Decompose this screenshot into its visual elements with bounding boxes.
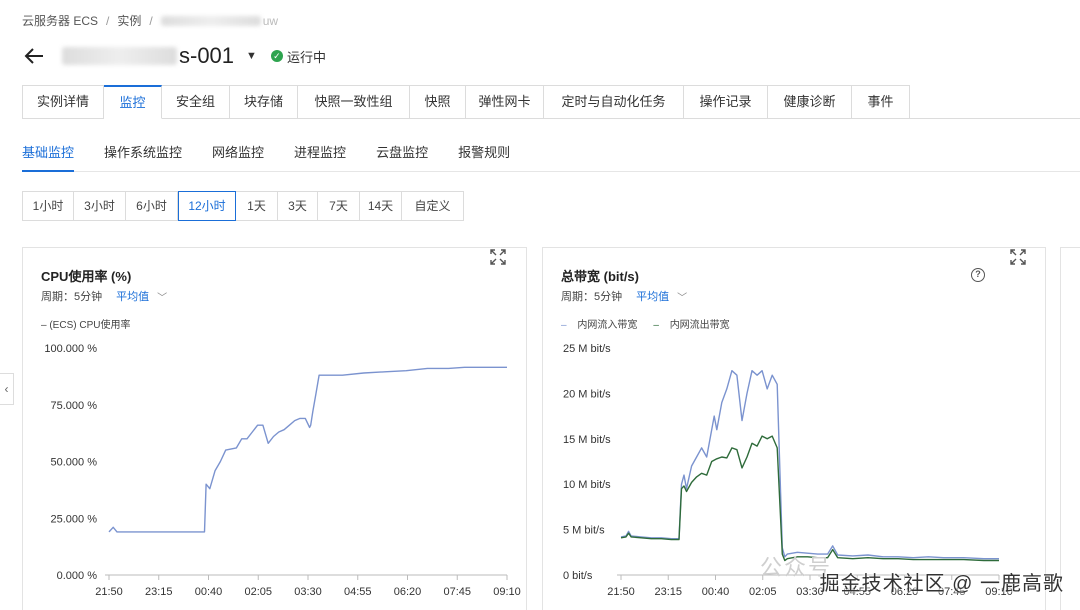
cpu-usage-card: CPU使用率 (%) 周期：5分钟 平均值 ﹀ – (ECS) CPU使用率 0…	[22, 247, 527, 610]
instance-switch-caret-icon[interactable]: ▼	[246, 50, 257, 62]
main-tabs: 实例详情 监控 安全组 块存储 快照一致性组 快照 弹性网卡 定时与自动化任务 操作记录 健康诊断…	[22, 85, 910, 119]
y-tick-label: 75.000 %	[51, 400, 98, 412]
x-tick-label: 06:20	[394, 586, 422, 598]
y-tick-label: 100.000 %	[44, 343, 97, 355]
x-tick-label: 23:15	[654, 586, 682, 598]
tab-2[interactable]: 安全组	[162, 85, 230, 119]
series-line-0	[108, 366, 507, 533]
subtab-5[interactable]: 报警规则	[458, 140, 510, 172]
subtab-0[interactable]: 基础监控	[22, 140, 75, 172]
time-range-2[interactable]: 6小时	[126, 191, 178, 221]
time-range-selector: 1小时 3小时 6小时 12小时 1天 3天 7天 14天 自定义	[22, 191, 464, 221]
x-tick-label: 04:55	[344, 586, 372, 598]
status-text: 运行中	[286, 49, 326, 65]
instance-name-redacted	[62, 47, 177, 65]
tab-10[interactable]: 事件	[852, 85, 910, 119]
next-card-edge	[1060, 247, 1080, 610]
x-tick-label: 07:45	[443, 586, 471, 598]
time-range-7[interactable]: 14天	[360, 191, 402, 221]
tab-4[interactable]: 快照一致性组	[298, 85, 410, 119]
tab-3[interactable]: 块存储	[230, 85, 298, 119]
y-tick-label: 15 M bit/s	[563, 434, 611, 446]
x-tick-label: 00:40	[702, 586, 730, 598]
time-range-1[interactable]: 3小时	[74, 191, 126, 221]
time-range-3[interactable]: 12小时	[178, 191, 236, 221]
watermark: 掘金技术社区 @ 一鹿高歌	[819, 573, 1064, 595]
time-range-5[interactable]: 3天	[278, 191, 318, 221]
x-tick-label: 02:05	[749, 586, 777, 598]
breadcrumb: 云服务器 ECS / 实例 / uw	[22, 12, 278, 29]
y-tick-label: 0 bit/s	[563, 570, 593, 582]
y-tick-label: 5 M bit/s	[563, 525, 605, 537]
breadcrumb-id-suffix: uw	[262, 13, 279, 28]
x-tick-label: 21:50	[607, 586, 635, 598]
instance-header: s-001 ▼ ✓ 运行中	[22, 40, 326, 72]
time-range-8[interactable]: 自定义	[402, 191, 464, 221]
breadcrumb-separator: /	[149, 13, 153, 28]
series-line-1	[620, 435, 999, 562]
breadcrumb-redacted-id	[160, 15, 261, 26]
tab-7[interactable]: 定时与自动化任务	[544, 85, 684, 119]
subtab-1[interactable]: 操作系统监控	[104, 140, 182, 172]
y-tick-label: 0.000 %	[57, 570, 98, 582]
subtab-4[interactable]: 云盘监控	[376, 140, 428, 172]
time-range-0[interactable]: 1小时	[22, 191, 74, 221]
breadcrumb-separator: /	[106, 13, 110, 28]
status-check-icon: ✓	[270, 50, 283, 62]
y-tick-label: 20 M bit/s	[563, 388, 611, 400]
back-arrow-icon[interactable]	[22, 44, 46, 68]
breadcrumb-root[interactable]: 云服务器 ECS	[22, 12, 98, 29]
sidebar-collapse-handle[interactable]: ‹	[0, 373, 14, 405]
instance-name: s-001	[62, 43, 234, 69]
tab-9[interactable]: 健康诊断	[768, 85, 852, 119]
tab-8[interactable]: 操作记录	[684, 85, 768, 119]
y-tick-label: 10 M bit/s	[563, 479, 611, 491]
y-tick-label: 50.000 %	[51, 457, 98, 469]
monitor-subtabs: 基础监控 操作系统监控 网络监控 进程监控 云盘监控 报警规则	[22, 140, 540, 172]
tab-0[interactable]: 实例详情	[22, 85, 104, 119]
time-range-4[interactable]: 1天	[236, 191, 278, 221]
x-tick-label: 02:05	[244, 586, 272, 598]
y-tick-label: 25 M bit/s	[563, 343, 611, 355]
y-tick-label: 25.000 %	[51, 513, 98, 525]
subtab-2[interactable]: 网络监控	[212, 140, 264, 172]
tab-6[interactable]: 弹性网卡	[466, 85, 544, 119]
x-tick-label: 00:40	[195, 586, 223, 598]
breadcrumb-instances[interactable]: 实例	[117, 12, 141, 29]
series-line-0	[620, 370, 999, 560]
x-tick-label: 09:10	[493, 586, 521, 598]
x-tick-label: 21:50	[95, 586, 123, 598]
x-tick-label: 23:15	[145, 586, 173, 598]
instance-name-suffix: s-001	[179, 43, 235, 68]
time-range-6[interactable]: 7天	[318, 191, 360, 221]
x-tick-label: 03:30	[294, 586, 322, 598]
subtab-3[interactable]: 进程监控	[294, 140, 346, 172]
cpu-chart: 0.000 % 25.000 % 50.000 % 75.000 % 100.000 %…	[44, 343, 521, 598]
status-badge: ✓ 运行中	[270, 47, 326, 66]
tab-1[interactable]: 监控	[104, 85, 162, 119]
tab-5[interactable]: 快照	[410, 85, 466, 119]
